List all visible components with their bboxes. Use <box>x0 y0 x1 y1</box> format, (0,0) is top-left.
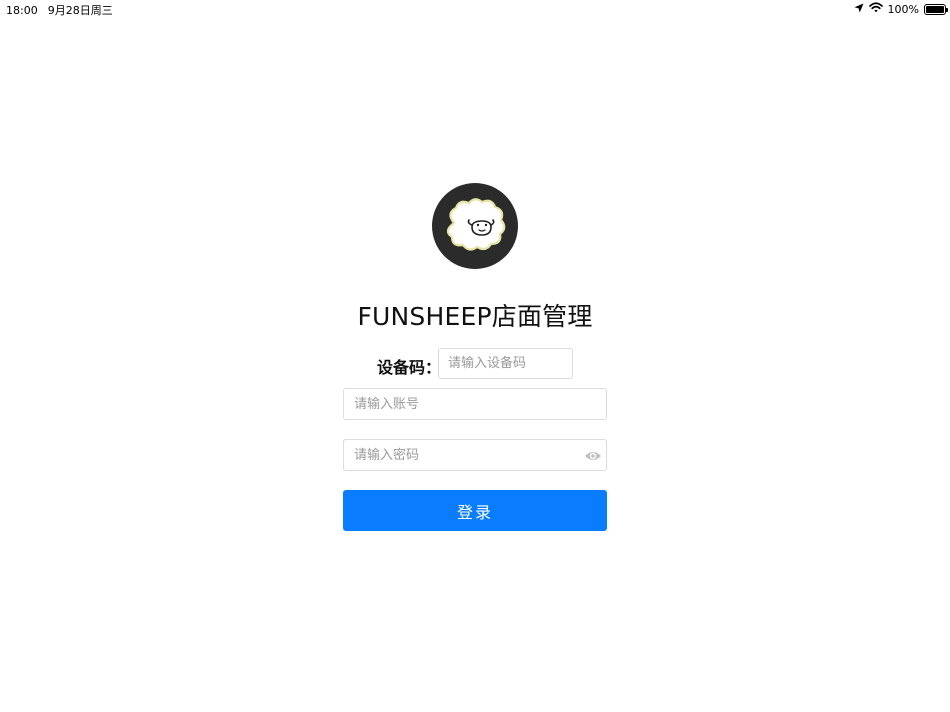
status-date: 9月28日周三 <box>47 4 113 17</box>
battery-icon <box>924 3 948 15</box>
device-code-input[interactable] <box>438 348 573 379</box>
sheep-logo-icon <box>446 198 506 251</box>
eye-icon[interactable] <box>584 448 602 462</box>
battery-percent: 100% <box>887 2 919 16</box>
sheep-logo <box>432 183 518 269</box>
page-title: FUNSHEEP店面管理 <box>357 302 593 331</box>
status-time: 18:00 <box>6 4 38 17</box>
location-arrow-icon <box>854 3 864 16</box>
device-code-label: 设备码： <box>377 358 442 377</box>
account-input[interactable] <box>343 388 607 420</box>
password-input[interactable] <box>343 439 607 471</box>
status-bar: 18:00 9月28日周三 100% <box>0 0 950 18</box>
login-button[interactable]: 登录 <box>343 490 607 531</box>
wifi-icon <box>868 2 883 16</box>
